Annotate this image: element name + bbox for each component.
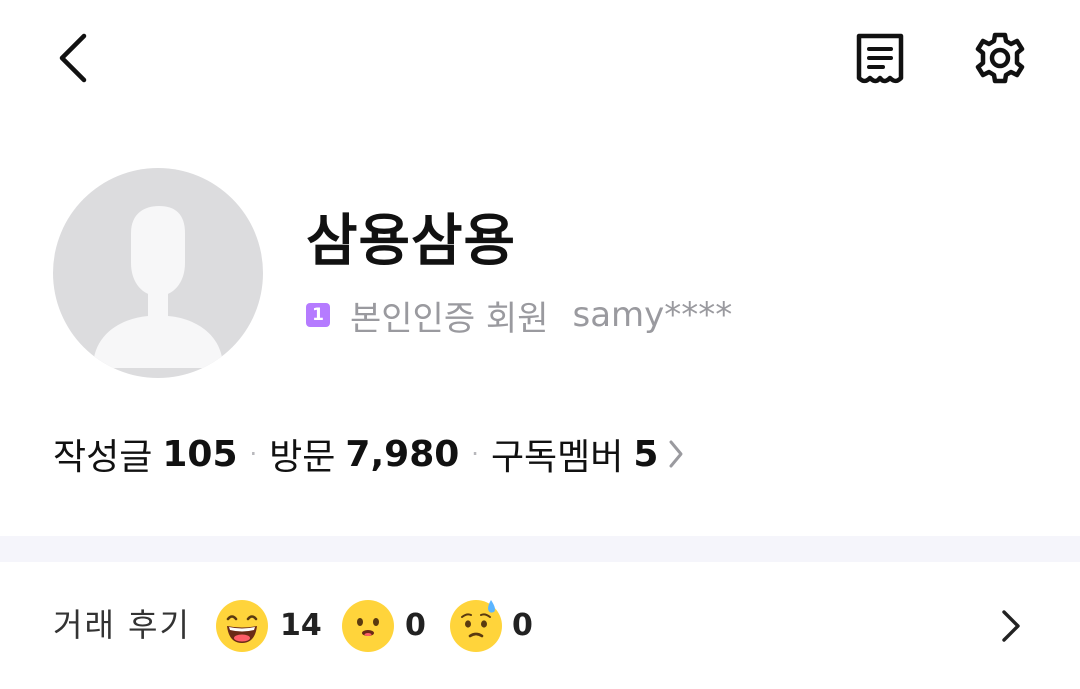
bad-review-count: 0 — [512, 608, 533, 643]
good-review-count: 14 — [280, 608, 322, 643]
user-id: samy**** — [572, 295, 733, 335]
visits-count: 7,980 — [345, 433, 460, 475]
activity-log-button[interactable] — [846, 24, 914, 92]
receipt-icon — [856, 33, 904, 84]
section-divider — [0, 536, 1080, 562]
posts-label: 작성글 — [53, 437, 153, 478]
neutral-review-count: 0 — [405, 608, 426, 643]
trade-reviews-label: 거래 후기 — [53, 606, 191, 644]
grinning-face-icon — [216, 600, 268, 652]
avatar[interactable] — [53, 168, 263, 378]
separator-dot: · — [249, 440, 258, 468]
posts-count: 105 — [162, 433, 238, 475]
profile-stats: 작성글 105 · 방문 7,980 · 구독멤버 5 — [53, 426, 686, 482]
verification-row: 1 본인인증 회원 samy**** — [306, 290, 732, 340]
gear-icon — [975, 32, 1025, 84]
member-level-badge: 1 — [306, 303, 330, 327]
settings-button[interactable] — [966, 24, 1034, 92]
chevron-right-icon — [1002, 610, 1020, 642]
chevron-right-icon — [666, 438, 686, 470]
worried-sweat-face-icon — [450, 600, 502, 652]
chevron-left-icon — [59, 33, 87, 83]
subscribers-label: 구독멤버 — [490, 437, 624, 478]
verified-member-label: 본인인증 회원 — [350, 298, 549, 339]
neutral-face-icon — [342, 600, 394, 652]
subscribers-link[interactable]: 구독멤버 5 — [491, 428, 687, 480]
separator-dot: · — [471, 440, 479, 468]
visits-label: 방문 — [269, 437, 336, 478]
profile-nickname: 삼용삼용 — [306, 209, 517, 274]
default-avatar-icon — [93, 206, 223, 368]
back-button[interactable] — [40, 24, 108, 92]
subscribers-count: 5 — [633, 433, 659, 475]
